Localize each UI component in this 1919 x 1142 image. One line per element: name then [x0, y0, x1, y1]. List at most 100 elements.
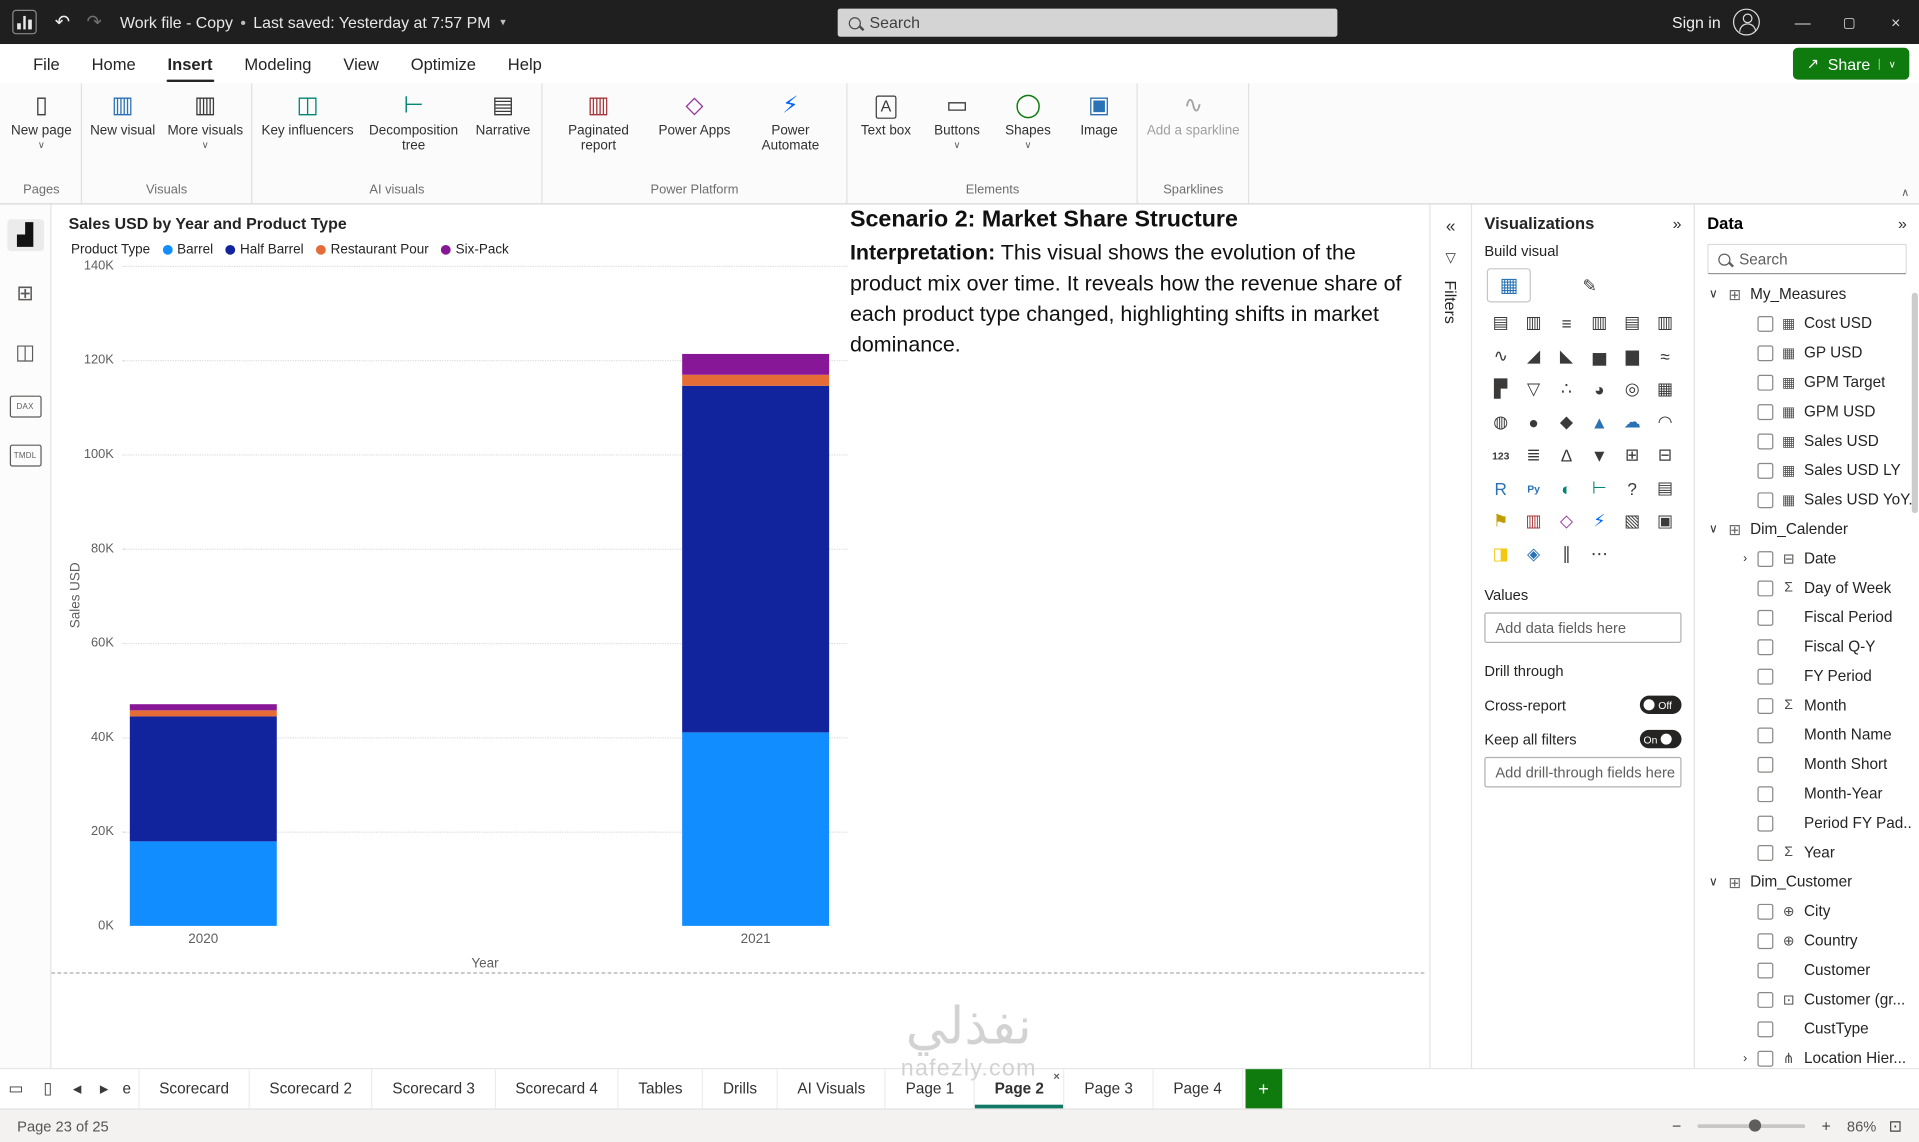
- collapse-visualizations-icon[interactable]: »: [1673, 214, 1682, 232]
- field-checkbox[interactable]: [1757, 962, 1774, 978]
- field-checkbox[interactable]: [1757, 432, 1774, 449]
- power-automate-visual-icon[interactable]: ⚡: [1583, 508, 1616, 534]
- dax-query-view-icon[interactable]: DAX: [9, 395, 42, 418]
- chevron-down-icon[interactable]: ∨: [1707, 875, 1719, 888]
- card-icon[interactable]: 123: [1484, 442, 1517, 468]
- field-country[interactable]: ⊕ Country: [1707, 926, 1919, 955]
- page-tab-page-4[interactable]: Page 4: [1154, 1069, 1243, 1109]
- field-checkbox[interactable]: [1757, 844, 1774, 861]
- field-day-of-week[interactable]: Σ Day of Week: [1707, 573, 1919, 602]
- data-search-input[interactable]: [1739, 250, 1896, 268]
- custom-visual-2-icon[interactable]: ◈: [1517, 541, 1550, 567]
- document-title[interactable]: Work file - Copy • Last saved: Yesterday…: [120, 13, 506, 31]
- zoom-out-button[interactable]: −: [1668, 1117, 1685, 1135]
- legend-item-six-pack[interactable]: Six-Pack: [440, 242, 509, 257]
- field-sales-usd[interactable]: ▦ Sales USD: [1707, 426, 1919, 455]
- legend-item-restaurant-pour[interactable]: Restaurant Pour: [315, 242, 429, 257]
- clustered-column-chart-icon[interactable]: ▥: [1583, 310, 1616, 336]
- report-canvas[interactable]: Sales USD by Year and Product Type Produ…: [51, 204, 1430, 1068]
- values-field-well[interactable]: Add data fields here: [1484, 612, 1682, 643]
- decomposition-tree-icon[interactable]: ⊢: [1583, 475, 1616, 501]
- field-fiscal-q-y[interactable]: Fiscal Q-Y: [1707, 632, 1919, 661]
- filled-map-icon[interactable]: ●: [1517, 409, 1550, 435]
- narrative-button[interactable]: ▤ Narrative: [467, 88, 538, 142]
- page-tab-scorecard-3[interactable]: Scorecard 3: [373, 1069, 496, 1109]
- undo-icon[interactable]: ↶: [47, 11, 79, 33]
- image-visual-icon[interactable]: ▣: [1649, 508, 1682, 534]
- share-button[interactable]: ↗ Share ∨: [1793, 47, 1910, 80]
- menu-tab-help[interactable]: Help: [492, 44, 558, 83]
- bar-segment-six-pack-2020[interactable]: [129, 704, 277, 711]
- bar-segment-restaurant-pour-2020[interactable]: [129, 710, 277, 717]
- table-icon[interactable]: ⊞: [1616, 442, 1649, 468]
- field-checkbox[interactable]: [1757, 1020, 1774, 1037]
- stacked-area-chart-icon[interactable]: ◣: [1550, 343, 1583, 369]
- field-customer[interactable]: Customer: [1707, 955, 1919, 984]
- keep-all-filters-toggle[interactable]: On: [1639, 729, 1682, 749]
- menu-tab-insert[interactable]: Insert: [152, 44, 229, 83]
- field-month[interactable]: Σ Month: [1707, 691, 1919, 720]
- 100-percent-stacked-column-chart-icon[interactable]: ▥: [1649, 310, 1682, 336]
- page-tab-scorecard-2[interactable]: Scorecard 2: [250, 1069, 373, 1109]
- metrics-icon[interactable]: ⚑: [1484, 508, 1517, 534]
- image-button[interactable]: ▣ Image: [1064, 88, 1135, 142]
- field-custtype[interactable]: CustType: [1707, 1014, 1919, 1043]
- global-search[interactable]: [837, 8, 1338, 37]
- filters-pane-collapsed[interactable]: « ▽ Filters: [1429, 204, 1471, 1068]
- ribbon-chart-icon[interactable]: ≈: [1649, 343, 1682, 369]
- paginated-report-button[interactable]: ▥ Paginated report: [545, 88, 653, 157]
- page-tab-page-2[interactable]: Page 2 ×: [974, 1069, 1065, 1109]
- report-view-icon[interactable]: ▟: [6, 219, 44, 252]
- treemap-icon[interactable]: ▦: [1649, 376, 1682, 402]
- field-month-year[interactable]: Month-Year: [1707, 779, 1919, 808]
- zoom-slider-thumb[interactable]: [1748, 1119, 1762, 1132]
- map-icon[interactable]: ◍: [1484, 409, 1517, 435]
- field-checkbox[interactable]: [1757, 932, 1774, 949]
- field-checkbox[interactable]: [1757, 668, 1774, 684]
- data-table-my-measures[interactable]: ∨ ⊞ My_Measures: [1707, 279, 1919, 308]
- get-more-visuals-icon[interactable]: ⋯: [1583, 541, 1616, 567]
- desktop-layout-icon[interactable]: ▭: [0, 1069, 32, 1108]
- custom-visual-1-icon[interactable]: ◨: [1484, 541, 1517, 567]
- field-checkbox[interactable]: [1757, 550, 1774, 567]
- minimize-button[interactable]: —: [1779, 0, 1826, 44]
- line-chart-icon[interactable]: ∿: [1484, 343, 1517, 369]
- key-influencers-button[interactable]: ◫ Key influencers: [255, 88, 359, 142]
- bar-segment-restaurant-pour-2021[interactable]: [682, 375, 830, 387]
- zoom-in-button[interactable]: +: [1818, 1117, 1835, 1135]
- field-sales-usd-yoy[interactable]: ▦ Sales USD YoY...: [1707, 485, 1919, 514]
- field-customer-gr[interactable]: ⊡ Customer (gr...: [1707, 985, 1919, 1014]
- bar-segment-half-barrel-2021[interactable]: [682, 386, 830, 733]
- field-gp-usd[interactable]: ▦ GP USD: [1707, 338, 1919, 367]
- page-tab-drills[interactable]: Drills: [703, 1069, 778, 1109]
- field-checkbox[interactable]: [1757, 756, 1774, 773]
- field-checkbox[interactable]: [1757, 697, 1774, 714]
- menu-tab-file[interactable]: File: [17, 44, 75, 83]
- field-checkbox[interactable]: [1757, 315, 1774, 332]
- field-cost-usd[interactable]: ▦ Cost USD: [1707, 309, 1919, 338]
- decomposition-tree-button[interactable]: ⊢ Decomposition tree: [360, 88, 468, 157]
- field-period-fy-pad[interactable]: Period FY Pad...: [1707, 808, 1919, 837]
- page-tab-page-3[interactable]: Page 3: [1065, 1069, 1154, 1109]
- collapse-ribbon-icon[interactable]: ∧: [1901, 186, 1909, 199]
- page-tab-scorecard-4[interactable]: Scorecard 4: [496, 1069, 619, 1109]
- shapes-button[interactable]: ◯ Shapes ∨: [993, 88, 1064, 156]
- power-bi-app-icon[interactable]: [12, 9, 37, 35]
- data-table-dim-calender[interactable]: ∨ ⊞ Dim_Calender: [1707, 514, 1919, 543]
- maximize-button[interactable]: ▢: [1826, 0, 1873, 44]
- page-tab-scorecard[interactable]: Scorecard: [140, 1069, 250, 1109]
- menu-tab-view[interactable]: View: [327, 44, 394, 83]
- previous-page-icon[interactable]: ◀: [64, 1069, 91, 1108]
- expand-filters-icon[interactable]: «: [1446, 216, 1456, 236]
- field-checkbox[interactable]: [1757, 991, 1774, 1008]
- chevron-down-icon[interactable]: ∨: [1707, 522, 1719, 535]
- field-checkbox[interactable]: [1757, 403, 1774, 420]
- new-visual-button[interactable]: ▥ New visual: [84, 88, 161, 142]
- chevron-right-icon[interactable]: ›: [1739, 552, 1751, 565]
- field-checkbox[interactable]: [1757, 726, 1774, 743]
- field-month-short[interactable]: Month Short: [1707, 750, 1919, 779]
- power-apps-button[interactable]: ◇ Power Apps: [652, 88, 736, 142]
- cross-report-toggle[interactable]: Off: [1639, 695, 1682, 715]
- line-and-clustered-column-chart-icon[interactable]: ▆: [1616, 343, 1649, 369]
- custom-visual-3-icon[interactable]: ∥: [1550, 541, 1583, 567]
